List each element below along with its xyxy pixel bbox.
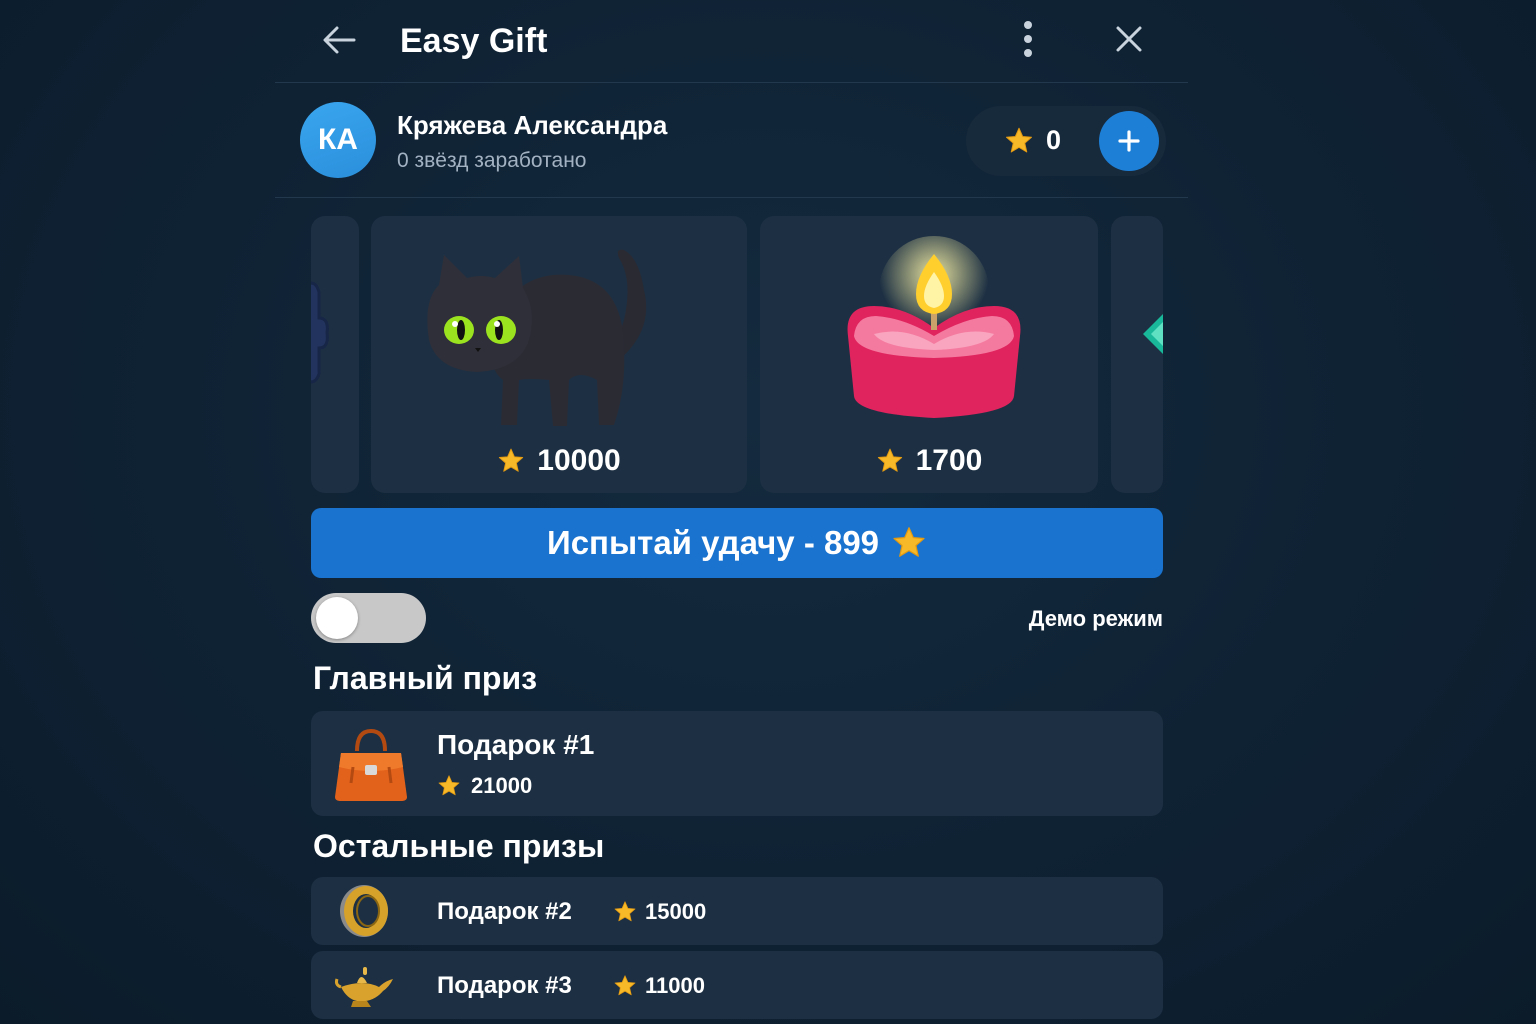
- user-profile-row: КА Кряжева Александра 0 звёзд заработано…: [275, 84, 1188, 198]
- star-icon: [877, 448, 902, 472]
- app-header: Easy Gift: [275, 0, 1188, 83]
- handbag-icon: [335, 728, 407, 801]
- magic-lamp-icon: [335, 967, 393, 1007]
- avatar: КА: [300, 102, 376, 178]
- star-icon: [1006, 127, 1032, 153]
- heart-candle-icon: [847, 236, 1021, 418]
- app-title: Easy Gift: [400, 22, 548, 60]
- prize-row[interactable]: Подарок #2 15000: [311, 877, 1163, 945]
- star-icon: [614, 901, 636, 922]
- other-prizes-heading: Остальные призы: [313, 828, 605, 864]
- star-balance: 0: [966, 106, 1166, 176]
- close-icon: [1116, 26, 1142, 52]
- prize-price-value: 15000: [645, 899, 707, 924]
- stars-earned-text: 0 звёзд заработано: [397, 149, 587, 172]
- black-cat-icon: [427, 249, 647, 426]
- main-prize-card[interactable]: Подарок #1 21000: [311, 711, 1163, 816]
- prize-price: 11000: [613, 973, 705, 999]
- gift-price-value: 10000: [537, 444, 621, 477]
- gift-price-value: 1700: [915, 444, 983, 477]
- partial-gift-icon: [311, 281, 329, 384]
- demo-mode-label: Демо режим: [1028, 606, 1163, 631]
- star-balance-value: 0: [1046, 125, 1062, 155]
- star-icon: [438, 775, 460, 796]
- star-icon: [893, 527, 925, 557]
- main-prize-price: 21000: [437, 773, 532, 799]
- gift-price-cat: 10000: [371, 444, 747, 478]
- demo-mode-toggle[interactable]: [311, 593, 426, 643]
- try-luck-label: Испытай удачу - 899: [546, 524, 880, 561]
- gift-carousel[interactable]: 10000 1700: [311, 216, 1163, 493]
- star-icon: [614, 975, 636, 996]
- back-button[interactable]: [319, 22, 359, 58]
- plus-icon: [1118, 130, 1140, 152]
- ring-icon: [340, 885, 388, 937]
- user-name: Кряжева Александра: [397, 110, 668, 140]
- main-prize-heading: Главный приз: [313, 660, 538, 696]
- more-menu-button[interactable]: [1013, 18, 1043, 60]
- try-luck-button[interactable]: Испытай удачу - 899: [311, 508, 1163, 578]
- main-prize-name: Подарок #1: [437, 729, 595, 760]
- gift-card-cat[interactable]: 10000: [371, 216, 747, 493]
- gift-price-candle: 1700: [760, 444, 1098, 478]
- prize-price-value: 11000: [645, 973, 705, 998]
- prize-row[interactable]: Подарок #3 11000: [311, 951, 1163, 1019]
- toggle-knob: [316, 597, 358, 639]
- prize-name: Подарок #3: [437, 972, 572, 999]
- arrow-left-icon: [323, 26, 356, 54]
- main-prize-price-value: 21000: [471, 773, 533, 798]
- prize-name: Подарок #2: [437, 898, 572, 925]
- add-stars-button[interactable]: [1099, 111, 1159, 171]
- gift-card-previous[interactable]: [311, 216, 359, 493]
- star-icon: [499, 448, 524, 472]
- gift-card-next[interactable]: [1111, 216, 1163, 493]
- partial-gem-icon: [1143, 314, 1163, 354]
- prize-price: 15000: [613, 899, 706, 925]
- app-container: Easy Gift КА Кряжева Александра 0 звёзд …: [275, 0, 1188, 1024]
- more-vertical-icon: [1024, 21, 1032, 57]
- close-button[interactable]: [1111, 20, 1147, 58]
- gift-card-candle[interactable]: 1700: [760, 216, 1098, 493]
